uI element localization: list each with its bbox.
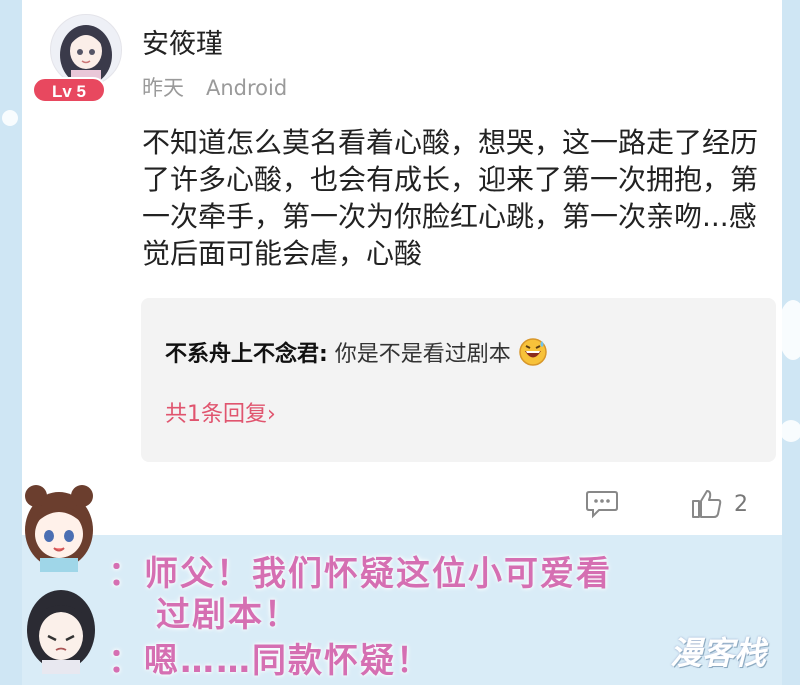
view-replies-link[interactable]: 共1条回复›: [165, 396, 276, 428]
avatar[interactable]: [50, 14, 122, 86]
thumbs-up-icon[interactable]: [690, 488, 724, 520]
caption-line-1-cont: 过剧本！: [156, 595, 300, 635]
reply-text: 你是不是看过剧本: [327, 342, 511, 367]
username[interactable]: 安筱瑾: [142, 22, 223, 61]
decor-bubble: [2, 110, 18, 126]
device-label: Android: [206, 76, 288, 100]
caption-line-2: ：嗯……同款怀疑！: [108, 641, 432, 681]
level-badge: Lv 5: [32, 77, 106, 103]
reply-author[interactable]: 不系舟上不念君:: [165, 342, 328, 367]
like-count: 2: [734, 492, 748, 517]
comment-text: 不知道怎么莫名看着心酸，想哭，这一路走了经历了许多心酸，也会有成长，迎来了第一次…: [142, 126, 759, 270]
reply-count-label: 共1条回复: [165, 402, 267, 427]
decor-bubble: [780, 420, 800, 442]
comment-icon[interactable]: [585, 488, 619, 520]
comment-card: Lv 5 安筱瑾 昨天 Android 不知道怎么莫名看着心酸，想哭，这一路走了经…: [22, 0, 782, 535]
chevron-right-icon: ›: [267, 402, 276, 427]
watermark-logo: 漫客栈: [670, 634, 767, 672]
reply-preview[interactable]: 不系舟上不念君: 你是不是看过剧本 共1条回复›: [141, 298, 776, 462]
reply-line: 不系舟上不念君: 你是不是看过剧本: [165, 336, 548, 368]
left-margin: [0, 0, 22, 685]
character-girl-icon: [25, 485, 93, 572]
timestamp: 昨天: [142, 76, 184, 100]
grinning-sweat-icon: [519, 338, 547, 366]
character-boy-icon: [27, 590, 95, 674]
comment-meta: 昨天 Android: [142, 72, 287, 102]
